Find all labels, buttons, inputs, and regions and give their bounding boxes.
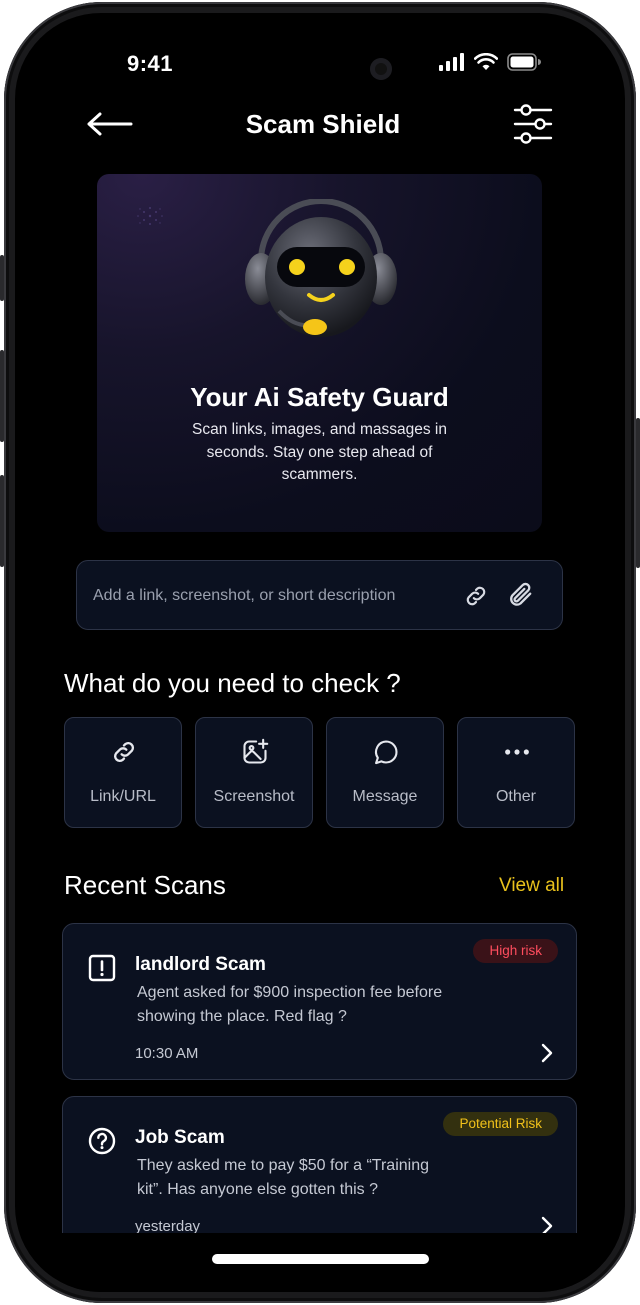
scan-card[interactable]: landlord Scam Agent asked for $900 inspe… [62, 923, 577, 1080]
check-option-label: Screenshot [213, 788, 295, 805]
power-button [636, 418, 640, 568]
check-option-label: Link/URL [90, 788, 156, 805]
back-button[interactable] [87, 111, 133, 137]
signal-icon [439, 53, 464, 71]
check-option-screenshot[interactable]: Screenshot [195, 717, 313, 828]
check-option-label: Message [352, 788, 418, 805]
hero-card: Your Ai Safety Guard Scan links, images,… [97, 174, 542, 532]
more-dots-icon [505, 749, 529, 755]
image-add-icon [243, 738, 269, 764]
battery-icon [507, 53, 541, 71]
attach-button[interactable] [507, 581, 535, 611]
add-link-button[interactable] [463, 583, 489, 609]
view-all-link[interactable]: View all [499, 875, 564, 897]
question-circle-icon [88, 1127, 116, 1155]
scan-description: They asked me to pay $50 for a “Training… [137, 1157, 429, 1198]
scan-description: Agent asked for $900 inspection fee befo… [137, 984, 443, 1025]
filter-button[interactable] [513, 103, 553, 147]
arrow-left-icon [87, 112, 133, 136]
check-option-other[interactable]: Other [457, 717, 575, 828]
risk-badge: Potential Risk [443, 1112, 558, 1136]
sliders-icon [513, 104, 553, 144]
hero-subtitle: Scan links, images, and massages in seco… [191, 421, 448, 483]
scan-input[interactable] [91, 579, 455, 613]
chevron-right-icon [541, 1043, 553, 1063]
scan-input-box [76, 560, 563, 630]
home-indicator[interactable] [212, 1254, 429, 1264]
volume-down-button [0, 475, 4, 567]
scan-time: 10:30 AM [135, 1045, 199, 1062]
volume-up-button [0, 350, 4, 442]
scan-name: landlord Scam [135, 954, 266, 975]
check-options: Link/URL Screenshot Message Other [64, 717, 575, 828]
check-option-label: Other [495, 788, 536, 805]
page-title: Scam Shield [245, 109, 401, 139]
check-option-link[interactable]: Link/URL [64, 717, 182, 828]
chat-bubble-icon [375, 740, 398, 765]
hero-title: Your Ai Safety Guard [190, 382, 449, 412]
scan-card[interactable]: Job Scam They asked me to pay $50 for a … [62, 1096, 577, 1253]
status-icons [439, 53, 541, 71]
mute-switch [0, 255, 4, 301]
wifi-icon [474, 53, 498, 70]
check-section-title: What do you need to check ? [64, 668, 401, 698]
robot-headset-icon [245, 199, 397, 337]
phone-device: 9:41 Scam Shield Your Ai Safety Guard Sc… [0, 0, 640, 1305]
alert-square-icon [88, 954, 116, 982]
risk-badge: High risk [473, 939, 558, 963]
link-icon [466, 586, 486, 606]
status-time: 9:41 [127, 51, 174, 76]
screen: 9:41 Scam Shield Your Ai Safety Guard Sc… [15, 13, 625, 1292]
link-icon [113, 741, 135, 763]
recent-scans-title: Recent Scans [64, 870, 226, 900]
paperclip-icon [510, 582, 532, 606]
scan-name: Job Scam [135, 1127, 225, 1148]
check-option-message[interactable]: Message [326, 717, 444, 828]
decorative-dots [137, 207, 163, 225]
front-camera [370, 58, 392, 80]
